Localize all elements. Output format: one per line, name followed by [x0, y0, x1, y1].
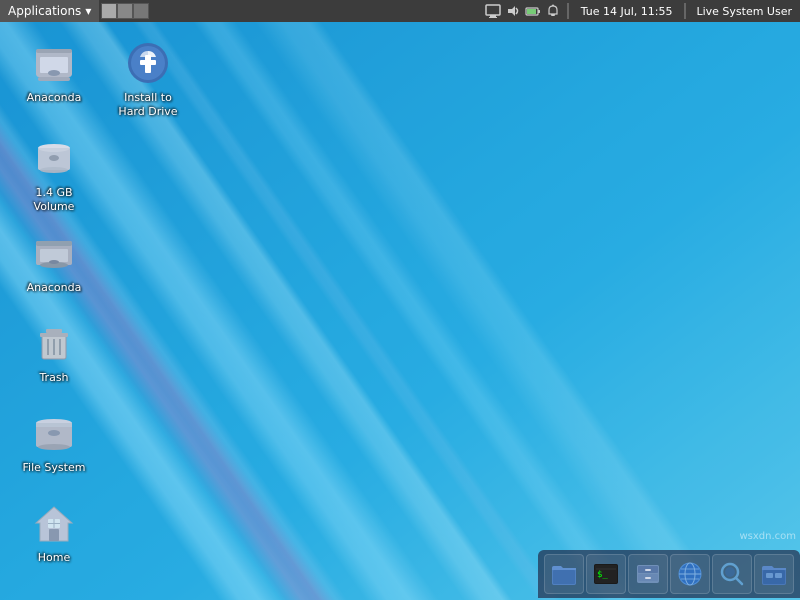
watermark: wsxdn.com	[739, 531, 796, 542]
taskbar-files2-icon[interactable]	[628, 554, 668, 594]
desktop-icon-anaconda-top[interactable]: Anaconda	[14, 35, 94, 109]
install-hd-label: Install to Hard Drive	[112, 91, 184, 120]
taskbar: $_	[0, 548, 800, 600]
taskbar-search-icon[interactable]	[712, 554, 752, 594]
desktop-icon-install-hd[interactable]: Install to Hard Drive	[108, 35, 188, 124]
filesystem-icon-img	[30, 409, 78, 457]
datetime: Tue 14 Jul, 11:55	[581, 5, 673, 18]
volume-icon[interactable]	[505, 3, 521, 19]
desktop-icon-anaconda-bot[interactable]: Anaconda	[14, 225, 94, 299]
volume-label: 1.4 GB Volume	[18, 186, 90, 215]
panel-right: Tue 14 Jul, 11:55 Live System User	[485, 3, 800, 19]
desktop-icon-trash[interactable]: Trash	[14, 315, 94, 389]
trash-icon-img	[30, 319, 78, 367]
desktop: Applications ▾ Tue 14 Jul, 1	[0, 0, 800, 600]
anaconda-top-label: Anaconda	[27, 91, 82, 105]
applications-menu[interactable]: Applications ▾	[0, 0, 99, 22]
anaconda-bot-icon-img	[30, 229, 78, 277]
top-panel: Applications ▾ Tue 14 Jul, 1	[0, 0, 800, 22]
notification-icon[interactable]	[545, 3, 561, 19]
applications-label: Applications	[8, 4, 81, 18]
taskbar-manager-icon[interactable]	[754, 554, 794, 594]
battery-icon[interactable]	[525, 3, 541, 19]
trash-label: Trash	[39, 371, 68, 385]
taskbar-icons: $_	[538, 550, 800, 598]
volume-icon-img	[30, 134, 78, 182]
panel-window-buttons	[101, 3, 149, 19]
install-hd-icon-img	[124, 39, 172, 87]
svg-text:$_: $_	[597, 570, 608, 580]
panel-separator-1	[567, 3, 569, 19]
desktop-icon-filesystem[interactable]: File System	[14, 405, 94, 479]
panel-win-btn-2[interactable]	[117, 3, 133, 19]
anaconda-top-icon-img	[30, 39, 78, 87]
taskbar-browser-icon[interactable]	[670, 554, 710, 594]
panel-win-btn-3[interactable]	[133, 3, 149, 19]
anaconda-bot-label: Anaconda	[27, 281, 82, 295]
panel-separator-2	[684, 3, 686, 19]
taskbar-terminal-icon[interactable]: $_	[586, 554, 626, 594]
taskbar-files-icon[interactable]	[544, 554, 584, 594]
panel-win-btn-1[interactable]	[101, 3, 117, 19]
screen-icon[interactable]	[485, 3, 501, 19]
filesystem-label: File System	[23, 461, 86, 475]
username: Live System User	[696, 5, 792, 18]
home-icon-img	[30, 499, 78, 547]
desktop-icon-volume[interactable]: 1.4 GB Volume	[14, 130, 94, 219]
applications-arrow: ▾	[85, 4, 91, 18]
